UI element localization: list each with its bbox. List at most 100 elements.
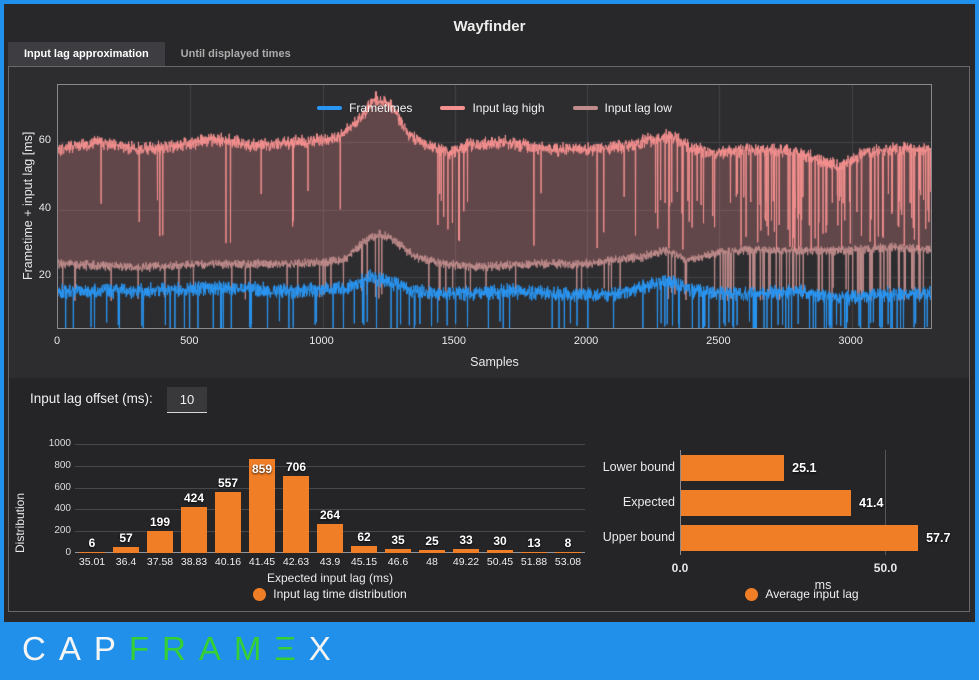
y-tick-label: 40 bbox=[38, 201, 51, 214]
logo-segment: FRAMΞ bbox=[128, 630, 309, 667]
histogram-x-axis-label: Expected input lag (ms) bbox=[266, 571, 394, 585]
histogram-category-label: 42.63 bbox=[282, 556, 310, 568]
histogram-category-label: 35.01 bbox=[78, 556, 106, 568]
bounds-category-label: Expected bbox=[622, 495, 675, 509]
line-chart-canvas bbox=[58, 85, 931, 328]
bounds-bar-value: 41.4 bbox=[859, 496, 884, 510]
histogram-y-tick-label: 400 bbox=[54, 503, 71, 515]
input-lag-offset-input[interactable] bbox=[167, 387, 207, 413]
legend-label: Frametimes bbox=[349, 101, 413, 115]
content-panel: Frametime + input lag [ms] Frametimes Inp… bbox=[8, 66, 970, 612]
histogram-category-label: 49.22 bbox=[452, 556, 480, 568]
logo-segment: CAP bbox=[22, 630, 129, 667]
bounds-category-label: Lower bound bbox=[602, 460, 675, 474]
histogram-bar-value: 264 bbox=[319, 508, 341, 523]
histogram-category-label: 41.45 bbox=[248, 556, 276, 568]
histogram-bar-value: 706 bbox=[285, 460, 307, 475]
histogram-y-axis-label: Distribution bbox=[13, 492, 27, 553]
histogram-bar bbox=[317, 524, 343, 553]
x-tick-label: 2000 bbox=[573, 335, 599, 347]
histogram-y-tick-label: 200 bbox=[54, 525, 71, 537]
bounds-chart-legend: Average input lag bbox=[637, 587, 967, 601]
y-tick-label: 20 bbox=[38, 269, 51, 282]
bounds-bar bbox=[681, 525, 919, 551]
capframex-logo: CAPFRAMΞX bbox=[22, 630, 344, 668]
legend-item-frametimes: Frametimes bbox=[317, 101, 412, 115]
tab-bar: Input lag approximation Until displayed t… bbox=[8, 42, 307, 66]
histogram-category-label: 45.15 bbox=[350, 556, 378, 568]
histogram-bar-value: 57 bbox=[119, 530, 133, 545]
histogram-legend: Input lag time distribution bbox=[75, 587, 585, 601]
histogram-legend-label: Input lag time distribution bbox=[273, 587, 407, 601]
legend-label: Input lag low bbox=[604, 101, 672, 115]
x-tick-label: 2500 bbox=[706, 335, 731, 347]
bounds-chart-plot-area: 25.1 41.4 57.7 bbox=[680, 450, 966, 555]
histogram-bar bbox=[385, 549, 411, 553]
bounds-bar-value: 57.7 bbox=[926, 531, 951, 545]
histogram-category-label: 50.45 bbox=[486, 556, 514, 568]
histogram-category-label: 53.08 bbox=[554, 556, 582, 568]
x-tick-label: 500 bbox=[180, 335, 199, 347]
bounds-bar-value: 25.1 bbox=[792, 461, 817, 475]
histogram-bar bbox=[453, 549, 479, 553]
input-lag-line-chart: Frametime + input lag [ms] Frametimes Inp… bbox=[9, 67, 969, 378]
line-plot-area: Frametimes Input lag high Input lag low bbox=[57, 84, 932, 329]
histogram-category-label: 36.4 bbox=[115, 556, 137, 568]
histogram-bar bbox=[487, 549, 513, 553]
histogram-y-tick-label: 1000 bbox=[48, 438, 71, 449]
tab-until-displayed-times[interactable]: Until displayed times bbox=[165, 42, 307, 66]
legend-item-input-lag-low: Input lag low bbox=[572, 101, 672, 115]
histogram-bar bbox=[351, 546, 377, 553]
histogram-gridline bbox=[75, 465, 585, 467]
histogram-y-tick-label: 0 bbox=[65, 547, 71, 558]
bounds-legend-label: Average input lag bbox=[765, 587, 859, 601]
x-tick-label: 3000 bbox=[838, 335, 863, 347]
histogram-bar bbox=[555, 552, 581, 553]
histogram-bar-value: 424 bbox=[183, 490, 205, 505]
line-chart-legend: Frametimes Input lag high Input lag low bbox=[58, 101, 931, 115]
histogram-bar bbox=[113, 546, 139, 553]
bounds-x-tick-label: 0.0 bbox=[671, 561, 689, 575]
legend-line-swatch bbox=[317, 106, 343, 110]
tab-input-lag-approximation[interactable]: Input lag approximation bbox=[8, 42, 165, 66]
input-lag-offset-row: Input lag offset (ms): bbox=[9, 378, 969, 426]
x-tick-label: 1000 bbox=[309, 335, 334, 347]
histogram-bar bbox=[215, 492, 241, 553]
histogram-gridline bbox=[75, 444, 585, 445]
histogram-bar bbox=[147, 531, 173, 553]
histogram-bar bbox=[419, 550, 445, 553]
histogram-bar-value: 557 bbox=[217, 476, 239, 491]
input-lag-offset-label: Input lag offset (ms): bbox=[30, 391, 153, 406]
window-title: Wayfinder bbox=[453, 18, 526, 35]
histogram-gridline bbox=[75, 487, 585, 489]
histogram-category-label: 48 bbox=[426, 556, 438, 568]
histogram-legend-dot-icon bbox=[253, 587, 267, 601]
bounds-bar bbox=[681, 455, 785, 481]
app-window: Wayfinder Input lag approximation Until d… bbox=[0, 0, 979, 680]
line-chart-x-axis-label: Samples bbox=[470, 355, 519, 369]
histogram-category-label: 43.9 bbox=[319, 556, 341, 568]
bounds-bar bbox=[681, 490, 852, 516]
histogram-bar bbox=[181, 506, 207, 553]
bounds-x-tick-label: 50.0 bbox=[873, 561, 898, 575]
legend-line-swatch bbox=[572, 106, 598, 110]
histogram-category-label: 37.58 bbox=[146, 556, 174, 568]
x-tick-label: 0 bbox=[53, 335, 61, 347]
histogram-category-label: 38.83 bbox=[180, 556, 208, 568]
bounds-legend-dot-icon bbox=[745, 587, 759, 601]
histogram-category-label: 46.6 bbox=[387, 556, 409, 568]
logo-segment: X bbox=[308, 630, 344, 667]
legend-item-input-lag-high: Input lag high bbox=[440, 101, 545, 115]
histogram-bar-value: 199 bbox=[149, 515, 171, 530]
histogram-category-label: 51.88 bbox=[520, 556, 548, 568]
y-tick-label: 60 bbox=[38, 134, 51, 147]
footer-bar: CAPFRAMΞX bbox=[4, 622, 975, 676]
histogram-plot-area: 6 57 199 424 557 859 706 264 62 35 25 33 30 13 8 bbox=[75, 444, 585, 553]
histogram-bar bbox=[521, 551, 547, 553]
legend-label: Input lag high bbox=[472, 101, 545, 115]
histogram-bar bbox=[283, 476, 309, 553]
histogram-y-tick-label: 600 bbox=[54, 481, 71, 493]
histogram-category-label: 40.16 bbox=[214, 556, 242, 568]
histogram-y-tick-label: 800 bbox=[54, 459, 71, 471]
x-tick-label: 1500 bbox=[441, 335, 467, 347]
